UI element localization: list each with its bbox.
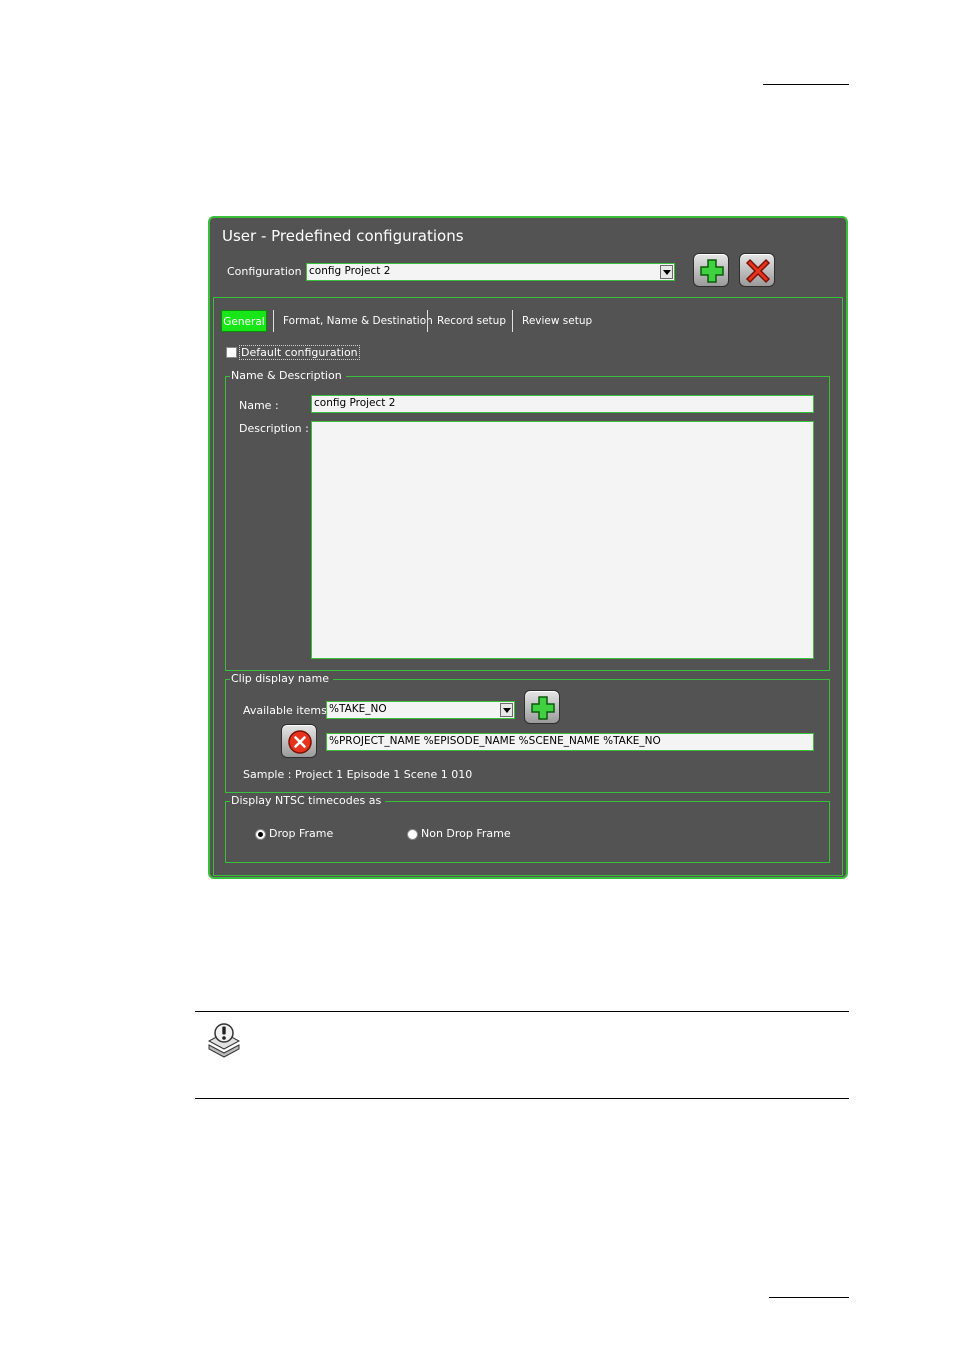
default-configuration-label[interactable]: Default configuration xyxy=(239,345,360,360)
available-items-select[interactable]: %TAKE_NO xyxy=(326,701,515,719)
add-configuration-button[interactable] xyxy=(693,253,729,287)
description-textarea[interactable] xyxy=(311,421,814,659)
plus-icon xyxy=(531,696,555,720)
tab-separator xyxy=(273,310,274,332)
delete-configuration-button[interactable] xyxy=(739,253,775,287)
chevron-down-icon[interactable] xyxy=(660,265,673,279)
dialog-title: User - Predefined configurations xyxy=(222,227,464,245)
clip-display-name-legend: Clip display name xyxy=(230,672,334,685)
chevron-down-icon[interactable] xyxy=(500,703,513,717)
tab-review-setup[interactable]: Review setup xyxy=(522,310,592,332)
add-item-button[interactable] xyxy=(524,690,560,724)
header-rule xyxy=(763,84,849,85)
non-drop-frame-label[interactable]: Non Drop Frame xyxy=(421,827,511,840)
settings-panel: General Format, Name & Destination Recor… xyxy=(213,297,843,876)
note-icon xyxy=(207,1023,241,1058)
tab-general[interactable]: General xyxy=(221,310,267,332)
note-bottom-rule xyxy=(195,1098,849,1099)
drop-frame-label[interactable]: Drop Frame xyxy=(269,827,333,840)
name-input-value: config Project 2 xyxy=(314,397,396,409)
tab-separator xyxy=(512,310,513,332)
x-icon xyxy=(745,258,771,284)
drop-frame-radio[interactable] xyxy=(255,829,266,840)
clip-display-name-group: Clip display name Available items: %TAKE… xyxy=(225,672,830,793)
name-label: Name : xyxy=(239,399,279,412)
non-drop-frame-radio[interactable] xyxy=(407,829,418,840)
available-items-label: Available items: xyxy=(243,704,331,717)
clip-name-pattern-input[interactable]: %PROJECT_NAME %EPISODE_NAME %SCENE_NAME … xyxy=(326,733,814,751)
ntsc-timecodes-group: Display NTSC timecodes as Drop Frame Non… xyxy=(225,794,830,863)
name-description-group: Name & Description Name : config Project… xyxy=(225,369,830,671)
name-input[interactable]: config Project 2 xyxy=(311,395,814,413)
configuration-label: Configuration : xyxy=(227,265,309,278)
sample-text: Sample : Project 1 Episode 1 Scene 1 010 xyxy=(243,768,473,781)
footer-rule xyxy=(769,1297,849,1298)
configuration-select-value: config Project 2 xyxy=(309,265,391,277)
available-items-value: %TAKE_NO xyxy=(329,703,387,715)
predefined-configurations-dialog: User - Predefined configurations Configu… xyxy=(208,216,848,879)
tab-separator xyxy=(427,310,428,332)
note-top-rule xyxy=(195,1011,849,1012)
configuration-select[interactable]: config Project 2 xyxy=(306,263,675,281)
default-configuration-checkbox[interactable] xyxy=(226,347,237,358)
ntsc-timecodes-legend: Display NTSC timecodes as xyxy=(230,794,386,807)
tab-record-setup[interactable]: Record setup xyxy=(437,310,506,332)
close-circle-icon xyxy=(288,730,312,754)
tab-format-name-destination[interactable]: Format, Name & Destination xyxy=(283,310,433,332)
remove-item-button[interactable] xyxy=(281,724,317,758)
description-label: Description : xyxy=(239,422,309,435)
plus-icon xyxy=(700,259,724,283)
clip-name-pattern-value: %PROJECT_NAME %EPISODE_NAME %SCENE_NAME … xyxy=(329,735,661,747)
name-description-legend: Name & Description xyxy=(230,369,346,382)
